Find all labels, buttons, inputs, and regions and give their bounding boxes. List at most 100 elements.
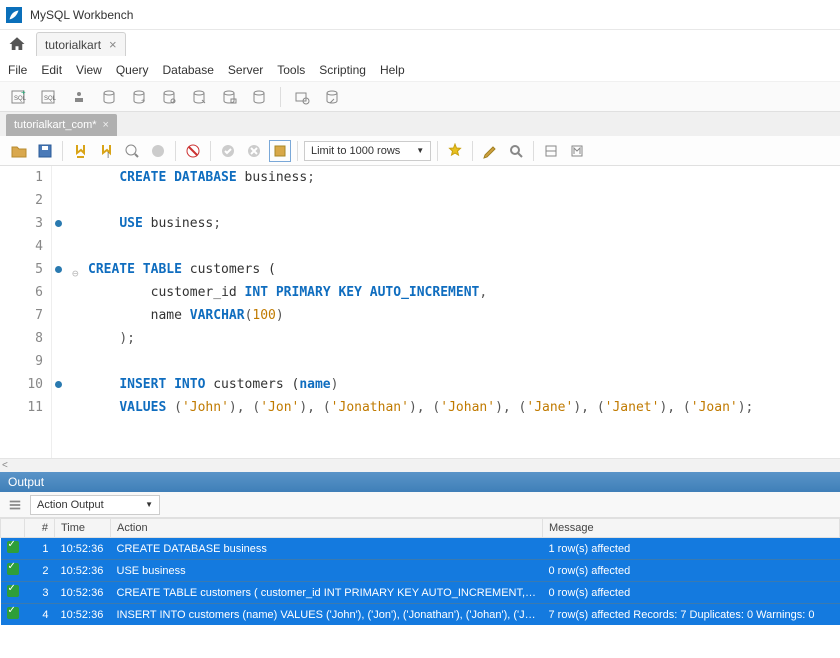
row-number: 1: [25, 538, 55, 560]
rollback-icon[interactable]: [243, 140, 265, 162]
limit-rows-select[interactable]: Limit to 1000 rows ▼: [304, 141, 431, 161]
stop-icon[interactable]: [147, 140, 169, 162]
line-number: 5: [0, 258, 43, 281]
find-icon[interactable]: [505, 140, 527, 162]
beautify-icon[interactable]: [444, 140, 466, 162]
open-file-icon[interactable]: [8, 140, 30, 162]
col-time[interactable]: Time: [55, 519, 111, 538]
home-icon[interactable]: [6, 33, 28, 55]
autocommit-icon[interactable]: [269, 140, 291, 162]
statement-marker-icon: [55, 381, 62, 388]
row-action: USE business: [111, 560, 543, 582]
menu-query[interactable]: Query: [116, 63, 149, 77]
dropdown-arrow-icon: ▼: [416, 146, 424, 155]
close-icon[interactable]: ×: [109, 37, 117, 52]
wrap-icon[interactable]: [540, 140, 562, 162]
scroll-left-icon[interactable]: <: [2, 460, 8, 471]
code-line[interactable]: CREATE TABLE customers (: [88, 258, 840, 281]
code-line[interactable]: [88, 350, 840, 373]
col-num[interactable]: #: [25, 519, 55, 538]
code-line[interactable]: [88, 235, 840, 258]
output-table: # Time Action Message 110:52:36CREATE DA…: [0, 518, 840, 625]
db-icon-3[interactable]: [158, 86, 180, 108]
col-status[interactable]: [1, 519, 25, 538]
connection-tab[interactable]: tutorialkart ×: [36, 32, 126, 56]
menu-server[interactable]: Server: [228, 63, 263, 77]
svg-text:I: I: [107, 151, 109, 159]
connection-tab-label: tutorialkart: [45, 38, 101, 52]
output-row[interactable]: 210:52:36USE business0 row(s) affected: [1, 560, 840, 582]
code-line[interactable]: USE business;: [88, 212, 840, 235]
db-icon-1[interactable]: [98, 86, 120, 108]
col-message[interactable]: Message: [543, 519, 840, 538]
line-number: 7: [0, 304, 43, 327]
row-time: 10:52:36: [55, 604, 111, 626]
explain-icon[interactable]: [121, 140, 143, 162]
output-row[interactable]: 110:52:36CREATE DATABASE business1 row(s…: [1, 538, 840, 560]
code-line[interactable]: [88, 189, 840, 212]
output-type-select[interactable]: Action Output ▼: [30, 495, 160, 515]
query-toolbar: I Limit to 1000 rows ▼: [0, 136, 840, 166]
menu-scripting[interactable]: Scripting: [319, 63, 366, 77]
no-commit-icon[interactable]: [182, 140, 204, 162]
execute-icon[interactable]: [69, 140, 91, 162]
brush-icon[interactable]: [479, 140, 501, 162]
row-number: 2: [25, 560, 55, 582]
open-sql-icon[interactable]: SQL: [38, 86, 60, 108]
sql-editor[interactable]: 1234567891011 ⊖ CREATE DATABASE business…: [0, 166, 840, 458]
file-tab[interactable]: tutorialkart_com* ×: [6, 114, 117, 136]
line-number: 10: [0, 373, 43, 396]
menu-help[interactable]: Help: [380, 63, 405, 77]
menu-tools[interactable]: Tools: [277, 63, 305, 77]
menu-file[interactable]: File: [8, 63, 27, 77]
status-ok-icon: [7, 541, 19, 553]
svg-text:+: +: [141, 98, 145, 105]
db-icon-6[interactable]: [248, 86, 270, 108]
db-icon-2[interactable]: +: [128, 86, 150, 108]
save-icon[interactable]: [34, 140, 56, 162]
line-number: 1: [0, 166, 43, 189]
row-time: 10:52:36: [55, 560, 111, 582]
code-line[interactable]: );: [88, 327, 840, 350]
separator: [62, 141, 63, 161]
code-line[interactable]: name VARCHAR(100): [88, 304, 840, 327]
output-list-icon[interactable]: [6, 496, 24, 514]
close-icon[interactable]: ×: [103, 119, 109, 131]
output-row[interactable]: 410:52:36INSERT INTO customers (name) VA…: [1, 604, 840, 626]
search-icon[interactable]: [291, 86, 313, 108]
code-line[interactable]: VALUES ('John'), ('Jon'), ('Jonathan'), …: [88, 396, 840, 419]
row-action: CREATE DATABASE business: [111, 538, 543, 560]
line-number: 2: [0, 189, 43, 212]
col-action[interactable]: Action: [111, 519, 543, 538]
line-number: 9: [0, 350, 43, 373]
invisible-icon[interactable]: [566, 140, 588, 162]
toolbar-separator: [280, 87, 281, 107]
menu-view[interactable]: View: [76, 63, 102, 77]
limit-label: Limit to 1000 rows: [311, 145, 400, 157]
output-row[interactable]: 310:52:36CREATE TABLE customers ( custom…: [1, 582, 840, 604]
output-toolbar: Action Output ▼: [0, 492, 840, 518]
titlebar: MySQL Workbench: [0, 0, 840, 30]
code-area[interactable]: CREATE DATABASE business; USE business; C…: [86, 166, 840, 458]
dropdown-arrow-icon: ▼: [145, 500, 153, 509]
execute-current-icon[interactable]: I: [95, 140, 117, 162]
output-header-label: Output: [8, 475, 44, 489]
nav-icon[interactable]: [68, 86, 90, 108]
code-line[interactable]: INSERT INTO customers (name): [88, 373, 840, 396]
horizontal-scrollbar[interactable]: <: [0, 458, 840, 472]
new-sql-tab-icon[interactable]: SQL+: [8, 86, 30, 108]
menu-edit[interactable]: Edit: [41, 63, 62, 77]
commit-icon[interactable]: [217, 140, 239, 162]
file-tab-row: tutorialkart_com* ×: [0, 112, 840, 136]
menu-database[interactable]: Database: [163, 63, 214, 77]
fold-gutter: ⊖: [70, 166, 86, 458]
row-number: 3: [25, 582, 55, 604]
db-icon-4[interactable]: [188, 86, 210, 108]
row-number: 4: [25, 604, 55, 626]
dashboard-icon[interactable]: [321, 86, 343, 108]
app-logo-icon: [6, 7, 22, 23]
db-icon-5[interactable]: [218, 86, 240, 108]
fold-toggle-icon[interactable]: ⊖: [72, 262, 79, 285]
code-line[interactable]: customer_id INT PRIMARY KEY AUTO_INCREME…: [88, 281, 840, 304]
code-line[interactable]: CREATE DATABASE business;: [88, 166, 840, 189]
